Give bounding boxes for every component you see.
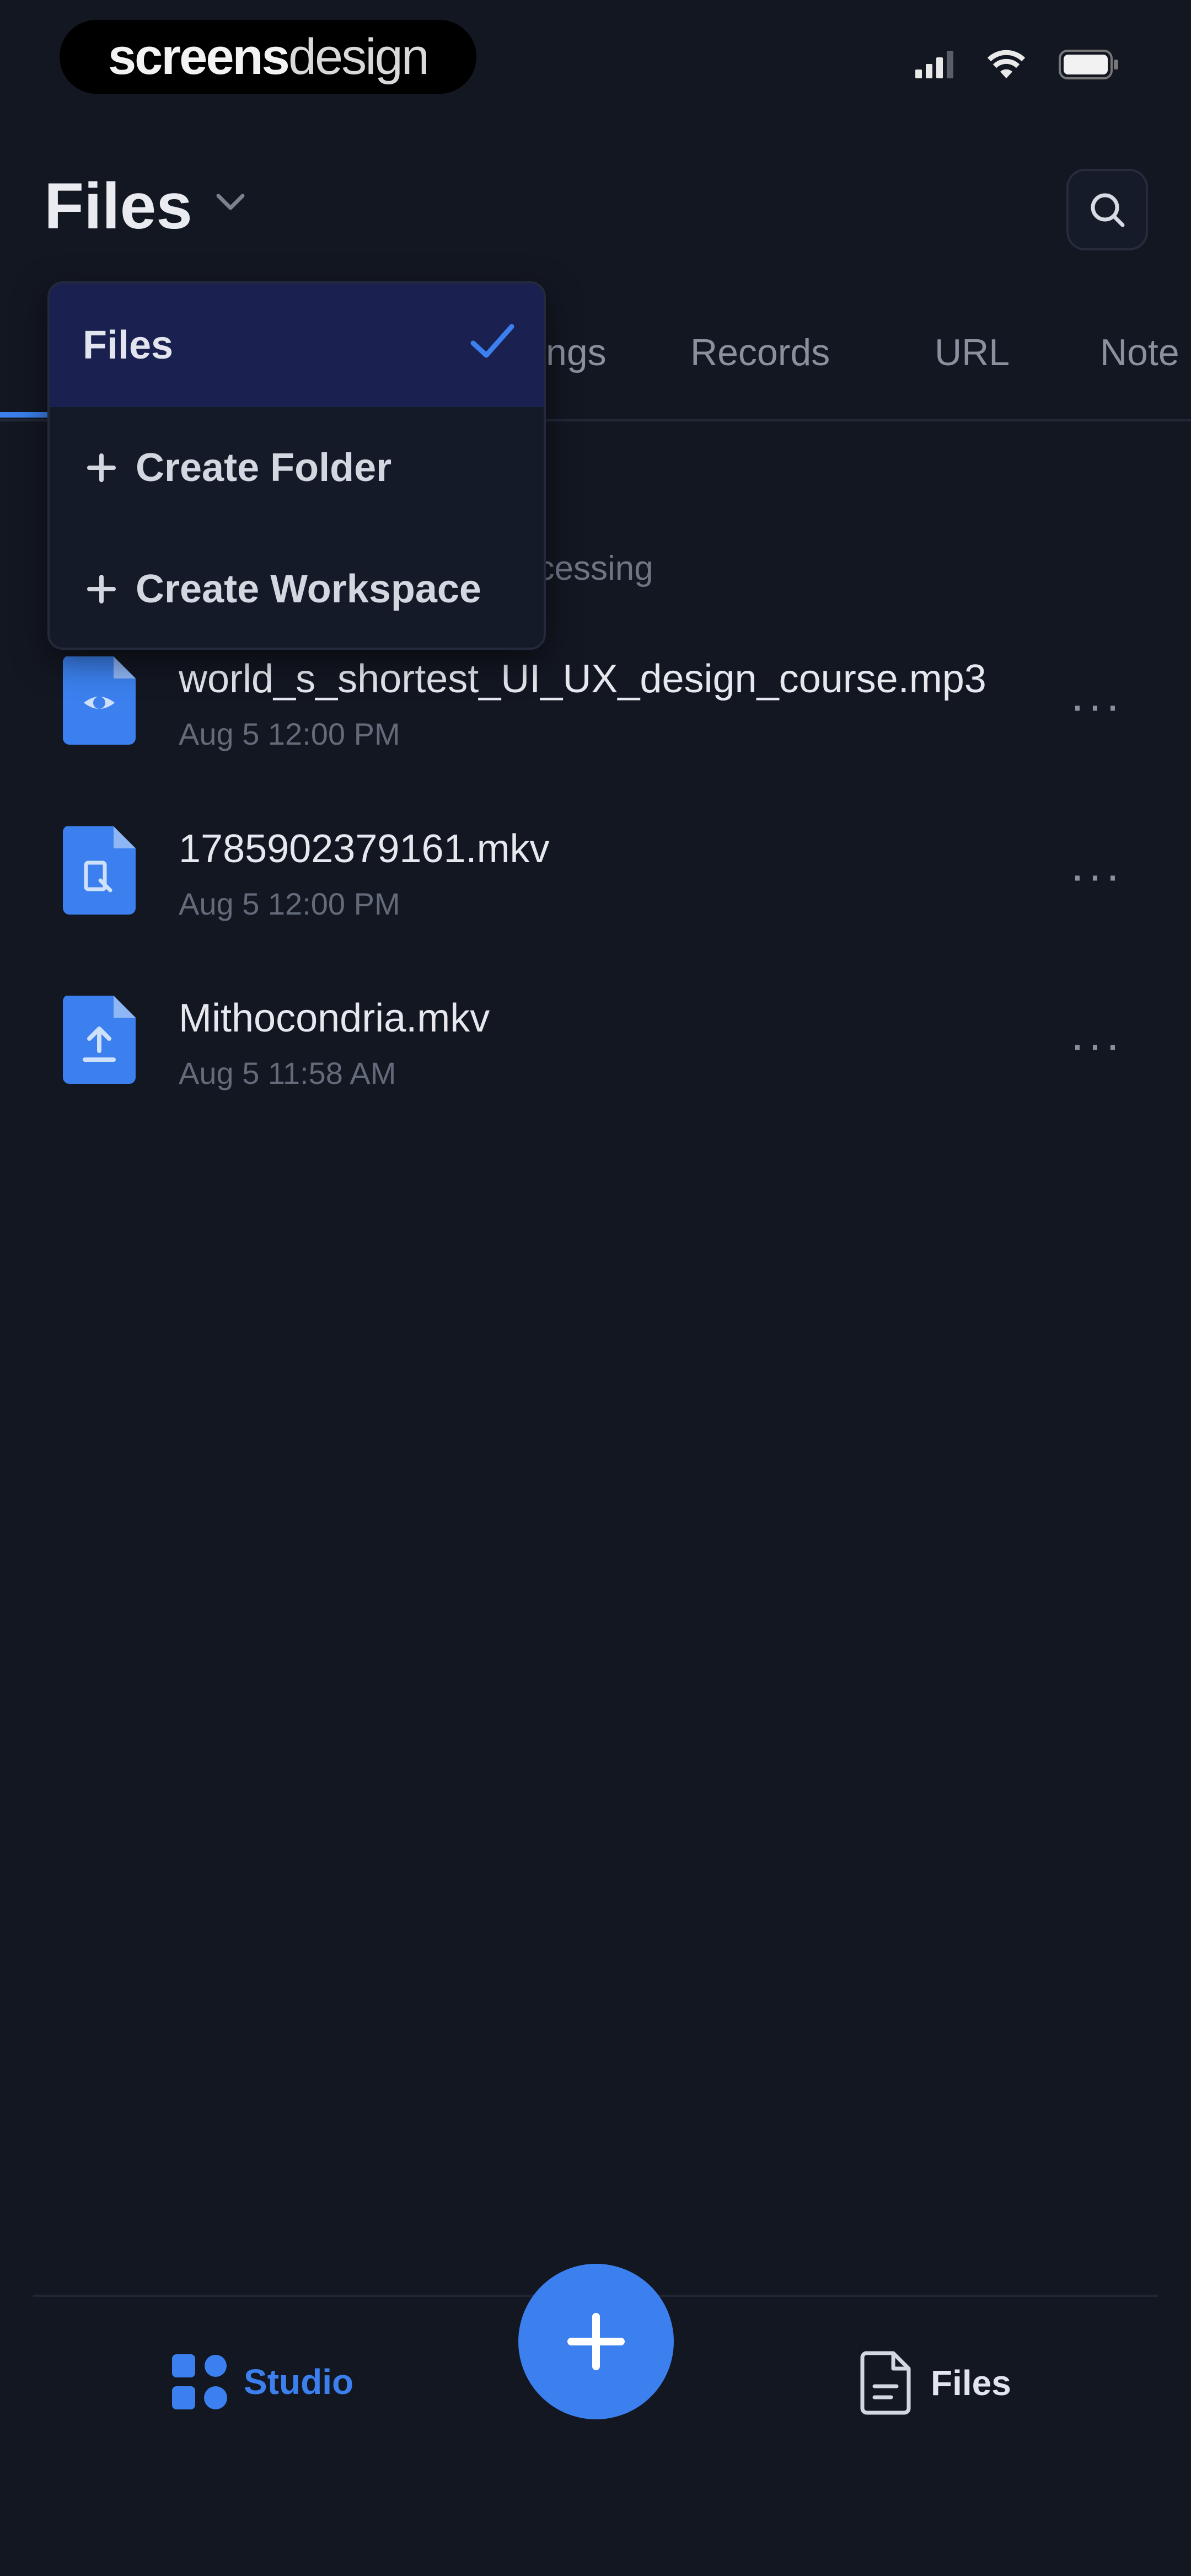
list-item[interactable]: 1785902379161.mkv Aug 5 12:00 PM ··· (0, 804, 1191, 970)
tab-url[interactable]: URL (935, 331, 1010, 374)
nav-label-files: Files (931, 2363, 1011, 2403)
file-name: world_s_shortest_UI_UX_design_course.mp3 (179, 657, 986, 701)
nav-label-studio: Studio (244, 2362, 354, 2402)
page-title[interactable]: Files (44, 174, 192, 239)
search-icon (1091, 193, 1125, 227)
files-dropdown-menu: Files Create Folder Create Workspace (47, 281, 546, 650)
create-workspace-item[interactable]: Create Workspace (50, 528, 544, 648)
tab-recordings[interactable]: ngs (546, 331, 607, 374)
more-options-icon[interactable]: ··· (1070, 852, 1123, 898)
plus-icon (87, 453, 116, 482)
video-file-icon (62, 826, 136, 915)
plus-icon (87, 575, 116, 603)
more-options-icon[interactable]: ··· (1070, 1021, 1123, 1067)
file-name: Mithocondria.mkv (179, 996, 490, 1040)
file-date: Aug 5 12:00 PM (179, 717, 400, 751)
dropdown-item-label: Create Folder (136, 446, 392, 490)
search-button[interactable] (1066, 169, 1148, 250)
upload-file-icon (62, 996, 136, 1084)
plus-icon (567, 2313, 625, 2370)
more-options-icon[interactable]: ··· (1070, 682, 1123, 728)
chevron-down-icon[interactable] (214, 190, 247, 215)
nav-tab-files[interactable]: Files (860, 2351, 1011, 2415)
active-tab-indicator (0, 412, 50, 418)
dropdown-item-label: Files (83, 323, 174, 367)
list-item[interactable]: Mithocondria.mkv Aug 5 11:58 AM ··· (0, 974, 1191, 1139)
audio-file-icon (62, 656, 136, 745)
tab-notes[interactable]: Note (1100, 331, 1179, 374)
file-date: Aug 5 11:58 AM (179, 1056, 396, 1091)
list-item[interactable]: world_s_shortest_UI_UX_design_course.mp3… (0, 634, 1191, 800)
status-bar-icons (915, 50, 1119, 79)
grid-icon (172, 2354, 227, 2409)
document-icon (860, 2351, 911, 2415)
add-button[interactable] (518, 2264, 674, 2419)
checkmark-icon (470, 324, 514, 358)
screensdesign-logo: screens design (60, 20, 476, 94)
cellular-signal-icon (915, 51, 953, 78)
dropdown-item-files[interactable]: Files (50, 284, 544, 407)
nav-tab-studio[interactable]: Studio (172, 2354, 353, 2409)
file-name: 1785902379161.mkv (179, 827, 550, 871)
create-folder-item[interactable]: Create Folder (50, 407, 544, 528)
tab-records[interactable]: Records (690, 331, 830, 374)
battery-icon (1059, 50, 1118, 79)
wifi-icon (987, 50, 1026, 78)
file-date: Aug 5 12:00 PM (179, 886, 400, 921)
dropdown-item-label: Create Workspace (136, 567, 481, 611)
